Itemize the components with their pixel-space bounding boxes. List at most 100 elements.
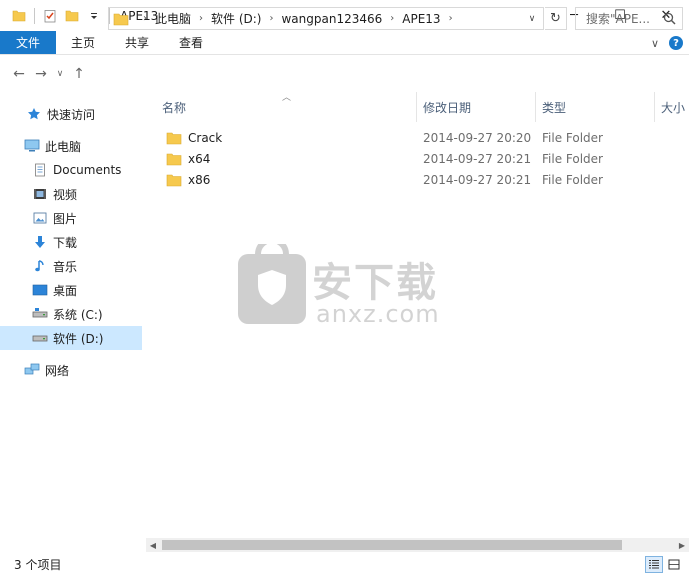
scroll-right-icon[interactable]: ▶ bbox=[675, 538, 689, 552]
address-bar[interactable]: › 此电脑 › 软件 (D:) › wangpan123466 › APE13 … bbox=[108, 7, 544, 30]
computer-icon bbox=[24, 138, 40, 154]
sidebar-item-label: 网络 bbox=[45, 363, 70, 378]
refresh-button[interactable]: ↻ bbox=[545, 7, 567, 30]
watermark: 安下载 anxz.com bbox=[236, 237, 456, 334]
sidebar-item-quick-access[interactable]: 快速访问 bbox=[0, 102, 142, 126]
breadcrumb-separator[interactable]: › bbox=[143, 13, 147, 24]
scrollbar-thumb[interactable] bbox=[162, 540, 622, 550]
sidebar-item-documents[interactable]: Documents bbox=[0, 158, 142, 182]
music-icon bbox=[32, 258, 48, 274]
sidebar-item-label: 桌面 bbox=[53, 283, 78, 298]
documents-icon bbox=[32, 162, 48, 178]
drive-icon bbox=[32, 330, 48, 346]
breadcrumb-separator[interactable]: › bbox=[269, 13, 273, 24]
column-header-name[interactable]: 名称 bbox=[156, 92, 416, 122]
breadcrumb-separator[interactable]: › bbox=[449, 13, 453, 24]
drive-icon bbox=[32, 306, 48, 322]
folder-icon bbox=[166, 152, 182, 166]
tab-home[interactable]: 主页 bbox=[56, 31, 110, 54]
file-row[interactable]: x64 2014-09-27 20:21 File Folder bbox=[160, 148, 640, 169]
breadcrumb-this-pc[interactable]: 此电脑 bbox=[155, 10, 191, 27]
search-box[interactable]: 搜索"APE... bbox=[575, 7, 683, 30]
ribbon-right: ∨ ? bbox=[651, 31, 683, 55]
folder-icon bbox=[8, 5, 30, 27]
sidebar-item-videos[interactable]: 视频 bbox=[0, 182, 142, 206]
file-type: File Folder bbox=[542, 130, 603, 145]
column-header-size[interactable]: 大小 bbox=[655, 92, 689, 122]
quick-access-toolbar bbox=[0, 0, 105, 31]
sidebar-item-this-pc[interactable]: 此电脑 bbox=[0, 134, 142, 158]
file-date: 2014-09-27 20:21 bbox=[423, 172, 532, 187]
breadcrumb-wangpan[interactable]: wangpan123466 bbox=[281, 12, 382, 26]
help-icon[interactable]: ? bbox=[669, 36, 683, 50]
shield-logo-icon bbox=[238, 237, 306, 324]
toolbar-divider bbox=[34, 7, 35, 24]
pictures-icon bbox=[32, 210, 48, 226]
file-date: 2014-09-27 20:21 bbox=[423, 151, 532, 166]
sidebar-item-desktop[interactable]: 桌面 bbox=[0, 278, 142, 302]
video-icon bbox=[32, 186, 48, 202]
customize-toolbar-icon[interactable] bbox=[83, 5, 105, 27]
forward-button[interactable]: → bbox=[30, 62, 52, 86]
status-bar: 3 个项目 bbox=[0, 552, 689, 577]
sidebar-item-music[interactable]: 音乐 bbox=[0, 254, 142, 278]
folder-icon bbox=[166, 131, 182, 145]
file-row[interactable]: x86 2014-09-27 20:21 File Folder bbox=[160, 169, 640, 190]
file-row[interactable]: Crack 2014-09-27 20:20 File Folder bbox=[160, 127, 640, 148]
file-name: x86 bbox=[188, 172, 211, 187]
tab-view[interactable]: 查看 bbox=[164, 31, 218, 54]
properties-icon[interactable] bbox=[39, 5, 61, 27]
sidebar-item-label: 视频 bbox=[53, 187, 78, 202]
details-view-icon bbox=[649, 560, 659, 569]
sidebar-item-label: Documents bbox=[53, 163, 122, 177]
search-input[interactable]: 搜索"APE... bbox=[586, 10, 650, 27]
address-dropdown-button[interactable]: ∨ bbox=[521, 8, 543, 29]
column-header-type[interactable]: 类型 bbox=[536, 92, 654, 122]
breadcrumb-separator[interactable]: › bbox=[199, 13, 203, 24]
up-button[interactable]: ↑ bbox=[68, 62, 90, 86]
tab-share[interactable]: 共享 bbox=[110, 31, 164, 54]
file-name-cell: x64 bbox=[166, 152, 210, 166]
folder-icon bbox=[113, 12, 129, 26]
breadcrumb-ape13[interactable]: APE13 bbox=[402, 12, 440, 26]
details-view-button[interactable] bbox=[645, 556, 663, 573]
folder-icon bbox=[166, 173, 182, 187]
scroll-left-icon[interactable]: ◀ bbox=[146, 538, 160, 552]
navigation-pane: 快速访问 此电脑 Documents 视频 图片 下载 音乐 桌面 系统 (C:… bbox=[0, 92, 142, 550]
sidebar-item-drive-d[interactable]: 软件 (D:) bbox=[0, 326, 142, 350]
desktop-icon bbox=[32, 282, 48, 298]
sidebar-item-label: 软件 (D:) bbox=[53, 331, 104, 346]
sidebar-item-label: 系统 (C:) bbox=[53, 307, 103, 322]
ribbon-tabs: 文件 主页 共享 查看 ∨ ? bbox=[0, 31, 689, 55]
sidebar-item-label: 图片 bbox=[53, 211, 78, 226]
file-name: x64 bbox=[188, 151, 211, 166]
view-toggle bbox=[645, 556, 683, 573]
back-button[interactable]: ← bbox=[8, 62, 30, 86]
sidebar-item-pictures[interactable]: 图片 bbox=[0, 206, 142, 230]
navigation-bar: ← → ∨ ↑ bbox=[0, 56, 689, 92]
file-name: Crack bbox=[188, 130, 223, 145]
sidebar-item-label: 音乐 bbox=[53, 259, 78, 274]
download-icon bbox=[32, 234, 48, 250]
column-header-date[interactable]: 修改日期 bbox=[417, 92, 535, 122]
sidebar-item-label: 快速访问 bbox=[47, 107, 96, 122]
tab-file[interactable]: 文件 bbox=[0, 31, 56, 54]
new-folder-icon[interactable] bbox=[61, 5, 83, 27]
sidebar-item-downloads[interactable]: 下载 bbox=[0, 230, 142, 254]
recent-locations-button[interactable]: ∨ bbox=[52, 62, 68, 86]
watermark-domain: anxz.com bbox=[316, 300, 440, 328]
sidebar-item-network[interactable]: 网络 bbox=[0, 358, 142, 382]
search-icon[interactable] bbox=[663, 12, 676, 28]
file-type: File Folder bbox=[542, 172, 603, 187]
star-icon bbox=[26, 106, 42, 122]
large-icons-view-button[interactable] bbox=[665, 556, 683, 573]
sidebar-item-label: 下载 bbox=[53, 235, 78, 250]
sidebar-item-drive-c[interactable]: 系统 (C:) bbox=[0, 302, 142, 326]
breadcrumb-separator[interactable]: › bbox=[390, 13, 394, 24]
expand-ribbon-icon[interactable]: ∨ bbox=[651, 37, 659, 50]
file-type: File Folder bbox=[542, 151, 603, 166]
file-name-cell: Crack bbox=[166, 131, 222, 145]
horizontal-scrollbar[interactable]: ◀ ▶ bbox=[146, 538, 689, 552]
sidebar-item-label: 此电脑 bbox=[45, 139, 82, 154]
breadcrumb-drive-d[interactable]: 软件 (D:) bbox=[211, 10, 261, 27]
